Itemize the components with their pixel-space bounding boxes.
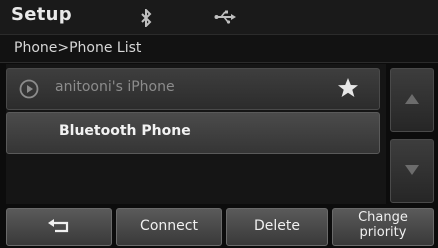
- list-item[interactable]: anitooni's iPhone: [6, 68, 380, 110]
- change-priority-label: Change priority: [333, 210, 433, 240]
- scroll-down-button[interactable]: [390, 139, 434, 203]
- list-item-label: Bluetooth Phone: [59, 123, 191, 139]
- scroll-up-button[interactable]: [390, 68, 434, 132]
- usb-icon: [214, 10, 236, 24]
- connect-button-label: Connect: [140, 218, 198, 234]
- setup-screen: Setup Phone>Phone List anitooni's iPhone: [0, 0, 438, 248]
- connect-button[interactable]: Connect: [116, 208, 222, 246]
- breadcrumb: Phone>Phone List: [0, 34, 438, 63]
- back-button[interactable]: [6, 208, 112, 246]
- list-item[interactable]: Bluetooth Phone: [6, 112, 380, 154]
- page-title: Setup: [11, 4, 72, 25]
- list-item-label: anitooni's iPhone: [55, 79, 175, 95]
- delete-button[interactable]: Delete: [226, 208, 328, 246]
- star-icon: [338, 78, 358, 97]
- bluetooth-icon: [141, 9, 152, 27]
- change-priority-label-line2: priority: [359, 225, 407, 240]
- delete-button-label: Delete: [254, 218, 300, 234]
- change-priority-button[interactable]: Change priority: [332, 208, 434, 246]
- phone-list: anitooni's iPhone Bluetooth Phone: [6, 64, 386, 204]
- back-arrow-icon: [48, 219, 69, 233]
- play-circle-icon: [19, 79, 39, 99]
- header-bar: Setup: [0, 0, 438, 34]
- breadcrumb-text: Phone>Phone List: [14, 40, 142, 56]
- change-priority-label-line1: Change: [358, 210, 408, 225]
- triangle-up-icon: [405, 94, 419, 104]
- triangle-down-icon: [405, 165, 419, 175]
